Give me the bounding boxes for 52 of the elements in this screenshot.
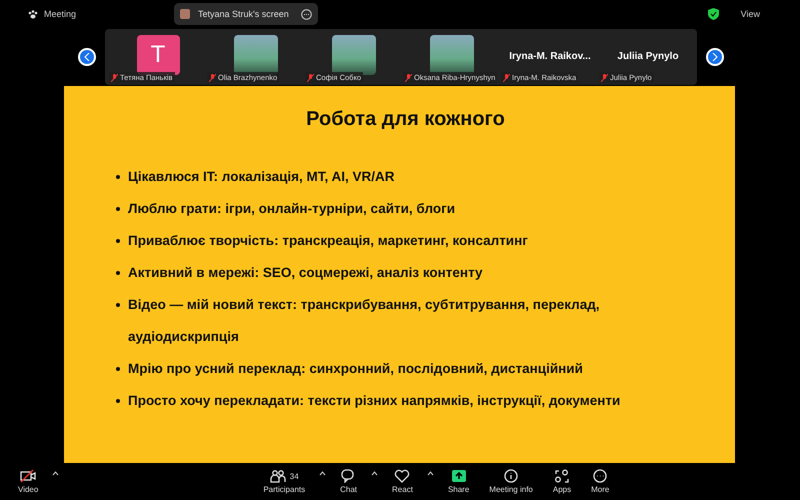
next-button[interactable] xyxy=(706,48,724,66)
caret-icon[interactable] xyxy=(52,471,60,476)
slide-title: Робота для кожного xyxy=(305,108,506,131)
bullet-dot xyxy=(116,367,120,371)
participant-name: Juliia Pynylo xyxy=(617,51,679,62)
bullet-dot xyxy=(116,271,120,275)
bullet-text: Мрію про усний переклад: синхронний, послідовний, дистанційний xyxy=(128,360,583,378)
apps-icon xyxy=(554,469,570,483)
share-icon xyxy=(450,469,467,483)
caret-icon[interactable] xyxy=(371,471,378,476)
share-banner[interactable]: Tetyana Struk's screen xyxy=(174,3,318,25)
video-button[interactable]: Video xyxy=(8,469,48,494)
bullet-dot xyxy=(116,207,120,211)
people-icon xyxy=(270,469,286,483)
paw-icon xyxy=(28,10,38,18)
video-off-icon xyxy=(20,469,36,483)
caret-icon[interactable] xyxy=(426,471,434,476)
share-button[interactable]: Share xyxy=(438,469,480,494)
bullet-dot xyxy=(116,399,120,403)
bullet-text: Просто хочу перекладати: тексти різних напрямків, інструкції, документи xyxy=(128,392,620,410)
info-icon xyxy=(503,469,520,483)
bullet-text: Цікавлюся IT: локалізація, MT, AI, VR/AR xyxy=(128,168,395,186)
view-button[interactable]: View xyxy=(740,9,760,19)
chevron-left-icon xyxy=(84,53,90,61)
bullet-dot xyxy=(116,175,120,179)
photo-placeholder xyxy=(430,35,474,75)
shield-check-icon xyxy=(708,8,719,20)
heart-icon xyxy=(394,469,410,483)
bullet-dot xyxy=(116,239,120,243)
info-button[interactable]: Meeting info xyxy=(479,469,543,494)
more-button[interactable]: More xyxy=(581,469,620,494)
bullet-text: Приваблює творчість: транскреація, маркетинг, консалтинг xyxy=(128,232,528,250)
react-button[interactable]: React xyxy=(382,469,423,494)
participant-count: 34 xyxy=(290,472,299,480)
previous-button[interactable] xyxy=(78,48,96,66)
photo-placeholder xyxy=(234,35,278,75)
participant-name: Iryna-M. Raikov... xyxy=(509,51,591,62)
photo-placeholder xyxy=(332,35,376,75)
more-icon xyxy=(592,469,608,483)
avatar-icon xyxy=(180,9,190,19)
bullet-text: Люблю грати: ігри, онлайн-турніри, сайти, блоги xyxy=(128,200,456,218)
caret-icon[interactable] xyxy=(319,471,326,476)
more-icon xyxy=(301,8,312,20)
meeting-label[interactable]: Meeting xyxy=(44,9,174,19)
bullet-dot xyxy=(116,303,120,307)
avatar: T xyxy=(136,35,180,75)
apps-button[interactable]: Apps xyxy=(542,469,582,494)
chevron-right-icon xyxy=(712,53,718,61)
bullet-text: Відео — мій новий текст: транскрибування, субтитрування, переклад, аудіодискрипція xyxy=(128,296,601,346)
participants-button[interactable]: 34 Participants xyxy=(253,469,316,494)
bullet-text: Активний в мережі: SEO, соцмережі, аналіз контенту xyxy=(128,264,483,282)
chat-button[interactable]: Chat xyxy=(330,469,368,494)
